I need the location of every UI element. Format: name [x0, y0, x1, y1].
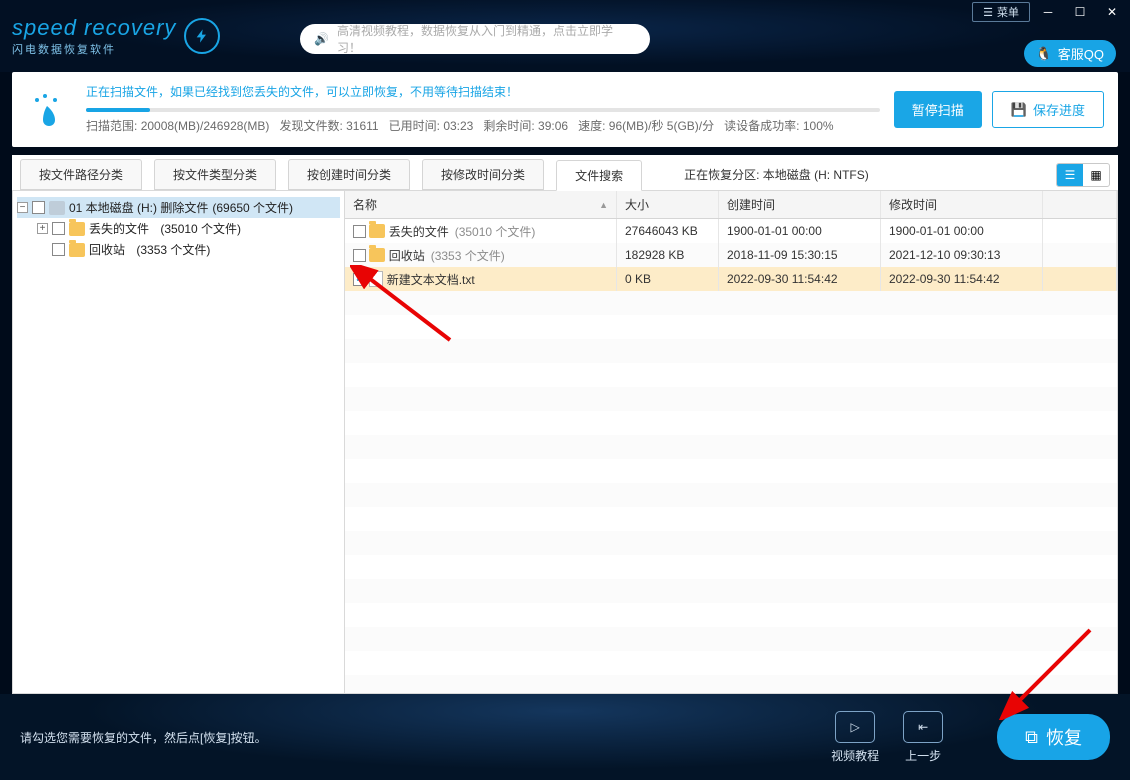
tree-checkbox[interactable] [52, 243, 65, 256]
file-name: 新建文本文档.txt [387, 271, 475, 288]
tree-root[interactable]: − 01 本地磁盘 (H:) 删除文件 (69650 个文件) [17, 197, 340, 218]
table-row[interactable]: 新建文本文档.txt0 KB2022-09-30 11:54:422022-09… [345, 267, 1117, 291]
tree-checkbox[interactable] [52, 222, 65, 235]
file-mtime: 1900-01-01 00:00 [881, 219, 1043, 243]
file-ctime: 2022-09-30 11:54:42 [719, 267, 881, 291]
menu-icon: ☰ [983, 6, 993, 19]
video-tutorial-button[interactable]: ▷ 视频教程 [831, 711, 879, 764]
scan-status-panel: 正在扫描文件，如果已经找到您丢失的文件，可以立即恢复，不用等待扫描结束！ 扫描范… [12, 72, 1118, 147]
file-size: 0 KB [617, 267, 719, 291]
category-tabs: 按文件路径分类 按文件类型分类 按创建时间分类 按修改时间分类 文件搜索 正在恢… [12, 155, 1118, 190]
file-name: 丢失的文件 [389, 223, 449, 240]
list-header: 名称▲ 大小 创建时间 修改时间 [345, 191, 1117, 219]
expand-icon[interactable]: + [37, 223, 48, 234]
footer-hint: 请勾选您需要恢复的文件，然后点[恢复]按钮。 [20, 729, 267, 746]
folder-icon [369, 248, 385, 262]
scan-icon [26, 87, 72, 133]
folder-icon [69, 222, 85, 236]
table-row[interactable]: 丢失的文件(35010 个文件)27646043 KB1900-01-01 00… [345, 219, 1117, 243]
brand-sub: 闪电数据恢复软件 [12, 41, 176, 57]
col-mtime[interactable]: 修改时间 [881, 191, 1043, 218]
maximize-button[interactable]: ☐ [1066, 2, 1094, 22]
back-button[interactable]: ⇤ 上一步 [903, 711, 943, 764]
file-count: (35010 个文件) [455, 223, 536, 240]
qq-icon: 🐧 [1036, 46, 1052, 62]
qq-support-button[interactable]: 🐧 客服QQ [1024, 40, 1116, 67]
col-extra [1043, 191, 1117, 218]
list-view-button[interactable]: ☰ [1057, 164, 1083, 186]
minimize-button[interactable]: ─ [1034, 2, 1062, 22]
pause-scan-button[interactable]: 暂停扫描 [894, 91, 982, 128]
file-mtime: 2022-09-30 11:54:42 [881, 267, 1043, 291]
file-ctime: 2018-11-09 15:30:15 [719, 243, 881, 267]
partition-info: 正在恢复分区: 本地磁盘 (H: NTFS) [684, 166, 869, 183]
save-icon: 💾 [1011, 102, 1027, 118]
brand-name: speed recovery [12, 15, 176, 41]
play-icon: ▷ [835, 711, 875, 743]
folder-icon [369, 224, 385, 238]
folder-icon [69, 243, 85, 257]
view-toggle: ☰ ▦ [1056, 163, 1110, 187]
sort-indicator-icon: ▲ [599, 200, 608, 210]
close-button[interactable]: ✕ [1098, 2, 1126, 22]
scan-progress [86, 108, 880, 112]
tree-lost-files[interactable]: + 丢失的文件 (35010 个文件) [17, 218, 340, 239]
tutorial-text: 高清视频教程，数据恢复从入门到精通，点击立即学习！ [337, 22, 636, 56]
menu-label: 菜单 [997, 4, 1019, 20]
row-checkbox[interactable] [353, 249, 366, 262]
file-size: 27646043 KB [617, 219, 719, 243]
tab-file-search[interactable]: 文件搜索 [556, 160, 642, 191]
footer: 请勾选您需要恢复的文件，然后点[恢复]按钮。 ▷ 视频教程 ⇤ 上一步 ⧉ 恢复 [0, 694, 1130, 780]
collapse-icon[interactable]: − [17, 202, 28, 213]
titlebar: speed recovery 闪电数据恢复软件 🔊 高清视频教程，数据恢复从入门… [0, 0, 1130, 72]
app-logo: speed recovery 闪电数据恢复软件 [12, 15, 220, 57]
tutorial-banner[interactable]: 🔊 高清视频教程，数据恢复从入门到精通，点击立即学习！ [300, 24, 650, 54]
save-progress-button[interactable]: 💾 保存进度 [992, 91, 1104, 128]
col-size[interactable]: 大小 [617, 191, 719, 218]
recover-button[interactable]: ⧉ 恢复 [997, 714, 1110, 760]
col-name[interactable]: 名称▲ [345, 191, 617, 218]
file-ctime: 1900-01-01 00:00 [719, 219, 881, 243]
bolt-icon [184, 18, 220, 54]
file-size: 182928 KB [617, 243, 719, 267]
drive-icon [49, 201, 65, 215]
scan-message: 正在扫描文件，如果已经找到您丢失的文件，可以立即恢复，不用等待扫描结束！ [86, 82, 880, 104]
tree-checkbox[interactable] [32, 201, 45, 214]
qq-label: 客服QQ [1058, 44, 1104, 63]
back-icon: ⇤ [903, 711, 943, 743]
tab-by-path[interactable]: 按文件路径分类 [20, 159, 142, 190]
file-icon [369, 271, 383, 287]
tab-by-mtime[interactable]: 按修改时间分类 [422, 159, 544, 190]
scan-stats: 扫描范围: 20008(MB)/246928(MB) 发现文件数: 31611 … [86, 116, 880, 138]
tab-by-type[interactable]: 按文件类型分类 [154, 159, 276, 190]
table-row[interactable]: 回收站 (3353 个文件) 182928 KB2018-11-09 15:30:1… [345, 243, 1117, 267]
file-name: 回收站 [389, 247, 425, 264]
row-checkbox[interactable] [353, 273, 366, 286]
grid-view-button[interactable]: ▦ [1083, 164, 1109, 186]
folder-tree: − 01 本地磁盘 (H:) 删除文件 (69650 个文件) + 丢失的文件 … [13, 191, 345, 693]
recover-icon: ⧉ [1025, 727, 1038, 748]
file-list: 名称▲ 大小 创建时间 修改时间 丢失的文件 (35010 个文件) 2764604… [345, 191, 1117, 693]
row-checkbox[interactable] [353, 225, 366, 238]
menu-button[interactable]: ☰ 菜单 [972, 2, 1030, 22]
col-ctime[interactable]: 创建时间 [719, 191, 881, 218]
tree-recycle-bin[interactable]: 回收站 (3353 个文件) [17, 239, 340, 260]
file-mtime: 2021-12-10 09:30:13 [881, 243, 1043, 267]
speaker-icon: 🔊 [314, 32, 329, 46]
tab-by-ctime[interactable]: 按创建时间分类 [288, 159, 410, 190]
file-count: (3353 个文件) [431, 247, 505, 264]
